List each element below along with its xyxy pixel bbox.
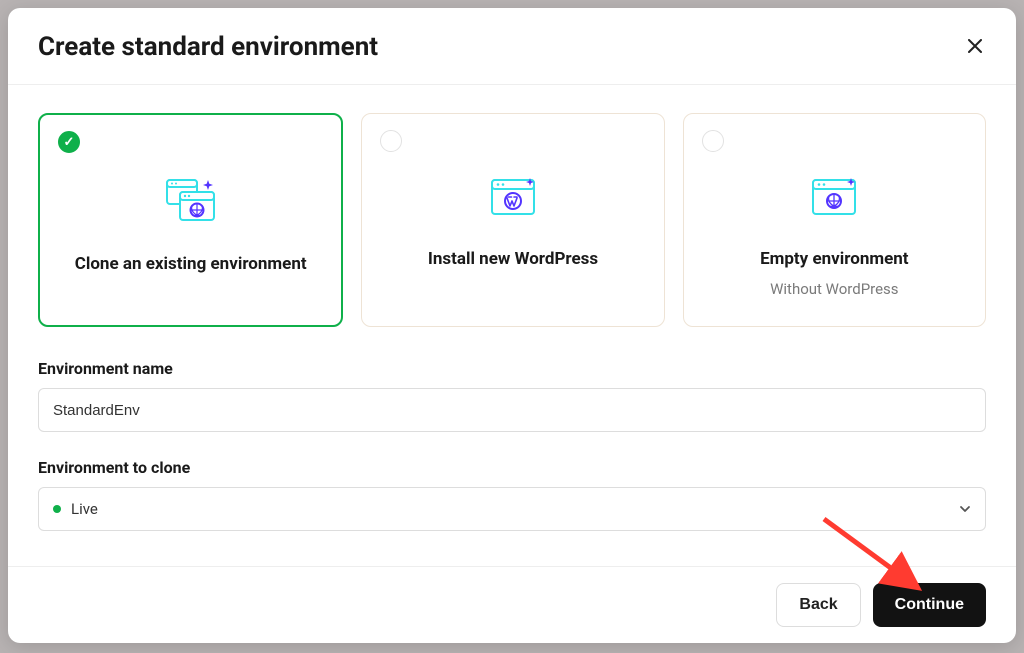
option-new-wordpress[interactable]: Install new WordPress (361, 113, 664, 327)
radio-unselected[interactable] (702, 130, 724, 152)
env-name-input[interactable] (38, 388, 986, 432)
empty-env-icon (811, 178, 857, 220)
back-button[interactable]: Back (776, 583, 860, 627)
option-title: Empty environment (760, 248, 909, 270)
modal-header: Create standard environment (8, 8, 1016, 85)
close-icon (968, 39, 982, 53)
close-button[interactable] (964, 34, 986, 60)
wordpress-icon (490, 178, 536, 220)
option-empty-env[interactable]: Empty environment Without WordPress (683, 113, 986, 327)
option-title: Install new WordPress (428, 248, 598, 270)
env-clone-select[interactable]: Live (38, 487, 986, 531)
radio-unselected[interactable] (380, 130, 402, 152)
env-clone-label: Environment to clone (38, 458, 986, 477)
env-name-label: Environment name (38, 359, 986, 378)
radio-selected[interactable] (58, 131, 80, 153)
options-row: Clone an existing environment (38, 113, 986, 327)
modal-title: Create standard environment (38, 32, 378, 62)
continue-button[interactable]: Continue (873, 583, 986, 627)
modal-body: Clone an existing environment (8, 85, 1016, 566)
env-name-field: Environment name (38, 359, 986, 432)
env-clone-field: Environment to clone Live (38, 458, 986, 531)
modal-footer: Back Continue (8, 566, 1016, 643)
option-subtitle: Without WordPress (770, 280, 898, 298)
env-clone-value: Live (71, 500, 98, 518)
status-dot-icon (53, 505, 61, 513)
clone-env-icon (166, 179, 216, 225)
option-clone-existing[interactable]: Clone an existing environment (38, 113, 343, 327)
create-env-modal: Create standard environment (8, 8, 1016, 643)
option-title: Clone an existing environment (75, 253, 307, 275)
